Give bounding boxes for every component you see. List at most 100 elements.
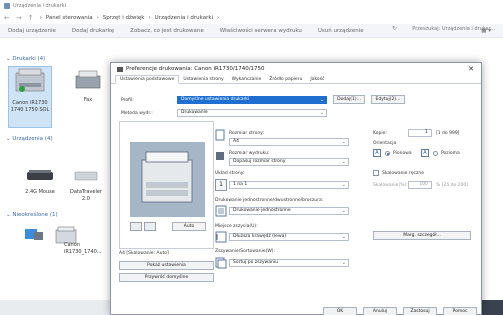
section-title: Nieokreślone (1) (12, 212, 58, 218)
devices-icon (25, 229, 43, 240)
view-settings-button[interactable]: Pokaż ustawienia (119, 261, 214, 270)
dialog-titlebar: Preferencje drukowania: Canon iR1730/174… (111, 63, 481, 75)
breadcrumb-item[interactable]: Panel sterowania (46, 15, 93, 21)
printing-preferences-dialog: Preferencje drukowania: Canon iR1730/174… (110, 62, 482, 315)
page-layout-value: 1 na 1 (233, 182, 248, 187)
chevron-down-icon: ⌄ (6, 212, 11, 218)
preview-page-icon[interactable] (130, 222, 142, 231)
breadcrumb-item[interactable]: Sprzęt i dźwięk (103, 15, 145, 21)
output-size-label: Rozmiar wydruku: (229, 151, 270, 156)
scaling-label: Skalowanie(%): (373, 183, 408, 188)
section-header-printers[interactable]: ⌄ Drukarki (4) (6, 56, 45, 62)
breadcrumb-sep-icon: › (217, 14, 220, 21)
margin-details-button[interactable]: Marg. szczegół... (373, 231, 471, 240)
profile-label: Profil: (121, 98, 134, 103)
tab-page-setup[interactable]: Ustawienia strony (179, 76, 227, 83)
dialog-title: Preferencje drukowania: Canon iR1730/174… (126, 66, 265, 72)
landscape-label: Pozioma (441, 151, 460, 156)
device-label: DataTraveler 2.0 (70, 189, 102, 202)
layout-1up-icon: 1 (215, 179, 227, 191)
cancel-button[interactable]: Anuluj (363, 307, 397, 315)
printer-item-canon[interactable]: Canon iR1730 1740 1750 SOL (8, 66, 52, 128)
page-layout-select[interactable]: 1 na 1 ⌄ (229, 181, 349, 189)
tab-quality[interactable]: Jakość (306, 76, 328, 83)
explorer-titlebar: Urządzenia i drukarki (0, 0, 503, 11)
page-layout-label: Układ strony: (215, 171, 245, 176)
dialog-tabs: Ustawienia podstawowe Ustawienia strony … (111, 75, 481, 84)
page-size-icon (215, 129, 225, 141)
output-method-select[interactable]: Drukowanie ⌄ (177, 109, 327, 117)
page-size-select[interactable]: A4 ⌄ (229, 138, 349, 146)
printer-item-fax[interactable]: Fax (70, 68, 106, 120)
refresh-icon[interactable]: ↻ (392, 25, 397, 32)
help-button[interactable]: Pomoc (443, 307, 477, 315)
landscape-icon: A (421, 149, 429, 157)
profile-value: Domyślne ustawienia drukarki (181, 97, 250, 102)
preview-layout-icon[interactable] (144, 222, 156, 231)
ok-button[interactable]: OK (323, 307, 357, 315)
profile-edit-button[interactable]: Edytuj(2)... (371, 95, 405, 104)
remove-device-button[interactable]: Usuń urządzenie (318, 28, 364, 34)
portrait-radio[interactable] (385, 151, 390, 156)
scaling-range: % [25 do 200] (436, 183, 469, 188)
tab-paper-source[interactable]: Źródło papieru (265, 76, 306, 83)
chevron-down-icon: ⌄ (319, 97, 324, 103)
collate-select[interactable]: Sortuj po zszywaniu ⌄ (229, 259, 349, 267)
up-arrow-icon[interactable]: ↑ (28, 14, 34, 22)
chevron-down-icon: ⌄ (6, 56, 11, 62)
breadcrumb[interactable]: › Panel sterowania › Sprzęt i dźwięk › U… (40, 15, 220, 21)
output-size-select[interactable]: Dopasuj rozmiar strony ⌄ (229, 158, 349, 166)
search-input[interactable]: Przeszukaj: Urządzenia i drukar... (400, 26, 495, 34)
section-title: Drukarki (4) (12, 56, 46, 62)
restore-defaults-button[interactable]: Przywróć domyślne (119, 273, 214, 282)
chevron-down-icon: ⌄ (341, 159, 346, 165)
back-arrow-icon[interactable]: ← (4, 14, 10, 22)
see-printing-button[interactable]: Zobacz, co jest drukowane (130, 28, 204, 34)
device-item-usb[interactable]: DataTraveler 2.0 (66, 166, 106, 206)
tab-finishing[interactable]: Wykańczanie (228, 76, 266, 83)
breadcrumb-sep-icon: › (96, 14, 99, 21)
breadcrumb-sep-icon: › (39, 14, 42, 21)
duplex-value: Drukowanie jednostronne (233, 208, 291, 213)
apply-button[interactable]: Zastosuj (403, 307, 437, 315)
close-icon[interactable]: ✕ (468, 65, 474, 73)
profile-add-button[interactable]: Dodaj(1)... (333, 95, 365, 104)
copies-stepper[interactable]: 1 (408, 129, 432, 137)
preview-printer-image (130, 142, 205, 217)
nav-arrows: ← → ↑ (4, 14, 34, 22)
output-size-icon (216, 152, 224, 160)
manual-scaling-checkbox[interactable] (373, 170, 379, 176)
device-item-mouse[interactable]: 2.4G Mouse (20, 166, 60, 206)
page-size-label: Rozmiar strony: (229, 131, 265, 136)
mouse-icon (27, 170, 53, 180)
chevron-down-icon: ⌄ (341, 260, 346, 266)
add-device-button[interactable]: Dodaj urządzenie (8, 28, 56, 34)
add-printer-button[interactable]: Dodaj drukarkę (72, 28, 114, 34)
orientation-label: Orientacja (373, 141, 397, 146)
duplex-select[interactable]: Drukowanie jednostronne ⌄ (229, 207, 349, 215)
breadcrumb-item[interactable]: Urządzenia i drukarki (155, 15, 213, 21)
print-server-properties-button[interactable]: Właściwości serwera wydruku (220, 28, 302, 34)
unspecified-device-item[interactable]: Canon iR1730_1740... (54, 226, 114, 260)
address-bar: ← → ↑ › Panel sterowania › Sprzęt i dźwi… (0, 11, 503, 24)
output-method-value: Drukowanie (181, 110, 208, 115)
breadcrumb-sep-icon: › (148, 14, 151, 21)
portrait-label: Pionowa (393, 151, 412, 156)
devices-printers-icon (4, 2, 10, 9)
chevron-down-icon: ⌄ (341, 208, 346, 214)
staple-position-select[interactable]: Dłuższa krawędź (lewa) ⌄ (229, 233, 349, 241)
section-header-unspecified[interactable]: ⌄ Nieokreślone (1) (6, 212, 58, 218)
device-label: Canon iR1730_1740... (64, 242, 102, 255)
landscape-radio[interactable] (433, 151, 438, 156)
printer-icon (141, 151, 193, 203)
forward-arrow-icon[interactable]: → (16, 14, 22, 22)
section-header-devices[interactable]: ⌄ Urządzenia (4) (6, 136, 53, 142)
printer-label: Fax (83, 97, 93, 103)
duplex-label: Drukowanie jednostronne/dwustronne/brosz… (215, 198, 324, 203)
unspecified-device-icon-item[interactable] (20, 226, 48, 248)
preview-auto-button[interactable]: Auto (172, 222, 206, 231)
output-method-label: Metoda wydr.: (121, 111, 153, 116)
profile-select[interactable]: Domyślne ustawienia drukarki ⌄ (177, 96, 327, 104)
scaling-stepper[interactable]: 100 (408, 181, 432, 189)
tab-basic-settings[interactable]: Ustawienia podstawowe (115, 75, 180, 84)
